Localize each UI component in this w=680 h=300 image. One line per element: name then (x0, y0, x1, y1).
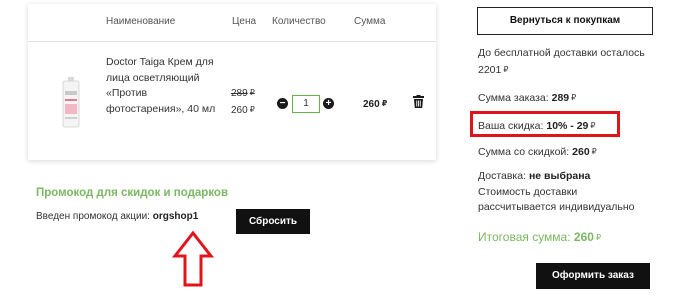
sum-with-discount: Сумма со скидкой: 260 ₽ (478, 146, 597, 158)
discount-highlight (470, 111, 620, 137)
free-shipping-note: До бесплатной доставки осталось 2201 ₽ (478, 47, 645, 76)
minus-icon[interactable]: − (277, 98, 288, 109)
product-image[interactable] (61, 77, 81, 129)
quantity-input[interactable]: 1 (292, 95, 320, 113)
trash-icon[interactable] (413, 95, 424, 108)
total-sum: Итоговая сумма: 260 ₽ (478, 230, 602, 244)
header-name: Наименование (106, 16, 176, 27)
delivery-note: Стоимость доставки рассчитывается индиви… (478, 185, 635, 214)
header-price: Цена (232, 16, 257, 27)
header-quantity: Количество (272, 16, 326, 27)
cart-header: Наименование Цена Количество Сумма (28, 4, 436, 42)
arrow-up-icon (172, 230, 214, 287)
cart-table: Наименование Цена Количество Сумма Docto… (28, 4, 436, 160)
price-old: 289 ₽ (231, 88, 255, 99)
promo-applied: Введен промокод акции: orgshop1 (36, 211, 199, 222)
order-sum: Сумма заказа: 289 ₽ (478, 92, 577, 104)
header-sum: Сумма (354, 16, 386, 27)
delivery-info: Доставка: не выбрана Стоимость доставки … (478, 169, 648, 216)
row-sum: 260 ₽ (363, 99, 388, 110)
back-to-shopping-button[interactable]: Вернуться к покупкам (477, 7, 653, 35)
plus-icon[interactable]: + (323, 98, 334, 109)
reset-promo-button[interactable]: Сбросить (236, 209, 310, 234)
product-name[interactable]: Doctor Taiga Крем для лица осветляющий «… (106, 55, 224, 117)
price-new: 260 ₽ (231, 105, 255, 116)
promo-code: orgshop1 (152, 211, 199, 222)
promo-title: Промокод для скидок и подарков (36, 187, 229, 199)
checkout-button[interactable]: Оформить заказ (536, 263, 650, 289)
